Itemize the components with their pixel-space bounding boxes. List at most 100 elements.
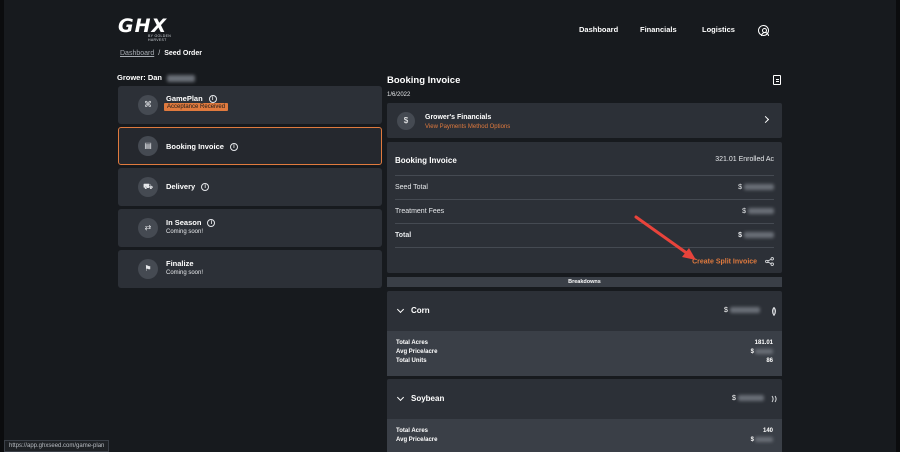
crop-name: Soybean <box>411 394 445 403</box>
info-icon[interactable]: i <box>201 183 210 192</box>
document-download-icon[interactable] <box>773 75 781 85</box>
logo-subtext: BY GOLDEN HARVEST <box>148 34 172 42</box>
seed-total-value: $ <box>738 184 774 191</box>
avg-price-currency: $ <box>750 437 754 444</box>
financials-title: Grower's Financials <box>425 114 492 121</box>
total-acres-label: Total Acres <box>396 340 429 346</box>
divider <box>395 199 774 200</box>
step-in-season-title: In Season i <box>166 218 216 228</box>
breadcrumb-current: Seed Order <box>164 50 202 57</box>
info-icon[interactable]: i <box>207 219 216 228</box>
info-icon[interactable]: i <box>208 95 217 104</box>
gameplan-icon: ⌘ <box>138 95 158 115</box>
invoice-date: 1/6/2022 <box>387 92 411 98</box>
user-account-icon[interactable] <box>758 25 769 36</box>
avg-price-currency: $ <box>750 349 754 356</box>
step-gameplan-label: GamePlan <box>166 94 203 103</box>
soybean-amount: $ <box>732 395 764 402</box>
redacted-amount <box>729 307 760 314</box>
avg-price-value: $ <box>751 349 773 355</box>
treatment-fees-value: $ <box>742 208 774 215</box>
step-in-season[interactable]: ⇄ In Season i Coming soon! <box>118 209 382 247</box>
soybean-details: Total Acres 140 Avg Price/acre $ <box>387 419 782 452</box>
info-icon[interactable]: i <box>229 143 238 152</box>
avg-price-value: $ <box>751 437 773 443</box>
redacted-amount <box>755 437 773 442</box>
corn-currency: $ <box>724 307 728 314</box>
total-units-value: 86 <box>766 358 773 364</box>
step-delivery[interactable]: ⛟ Delivery i <box>118 168 382 206</box>
logo-wordmark: GHX <box>118 15 168 37</box>
share-icon <box>765 257 774 266</box>
total-units-label: Total Units <box>396 358 427 364</box>
seed-total-currency: $ <box>738 184 742 191</box>
browser-status-url: https://app.ghxseed.com/game-plan <box>4 440 110 452</box>
corn-header[interactable]: Corn $ <box>387 291 782 331</box>
redacted-surname <box>167 74 196 82</box>
acceptance-badge: Acceptance Received <box>164 103 229 111</box>
breadcrumb-separator: / <box>158 50 161 57</box>
divider <box>395 223 774 224</box>
total-acres-label: Total Acres <box>396 428 429 434</box>
soybean-header[interactable]: Soybean $ <box>387 379 782 419</box>
step-delivery-title: Delivery i <box>166 182 210 192</box>
total-label: Total <box>395 232 412 239</box>
enrolled-acres: 321.01 Enrolled Ac <box>715 156 774 163</box>
crop-name: Corn <box>411 306 430 315</box>
step-gameplan-title: GamePlan i <box>166 94 217 104</box>
step-booking-title: Booking Invoice i <box>166 142 238 152</box>
coming-soon-text: Coming soon! <box>166 270 204 276</box>
divider <box>395 175 774 176</box>
avg-price-label: Avg Price/acre <box>396 437 438 443</box>
redacted-amount <box>744 184 774 191</box>
app-window: GHX BY GOLDEN HARVEST Dashboard Financia… <box>4 0 896 452</box>
divider <box>395 247 774 248</box>
chevron-right-icon <box>761 115 770 124</box>
chevron-down-icon <box>396 393 405 402</box>
payment-options-link[interactable]: View Payments Method Options <box>425 124 510 130</box>
breadcrumb-dashboard-link[interactable]: Dashboard <box>120 50 154 57</box>
dollar-icon: $ <box>397 112 415 130</box>
coming-soon-text: Coming soon! <box>166 229 204 235</box>
total-value: $ <box>738 232 774 239</box>
booking-invoice-summary: Booking Invoice 321.01 Enrolled Ac Seed … <box>387 142 782 273</box>
grower-name: Grower: Dan <box>117 73 196 82</box>
redacted-amount <box>748 208 774 215</box>
step-in-season-label: In Season <box>166 218 202 227</box>
redacted-amount <box>744 232 774 239</box>
nav-financials[interactable]: Financials <box>640 25 677 34</box>
step-delivery-label: Delivery <box>166 182 196 191</box>
annotation-arrow-icon <box>634 215 696 260</box>
total-acres-value: 181.01 <box>754 340 773 346</box>
growers-financials-card[interactable]: $ Grower's Financials View Payments Meth… <box>387 103 782 138</box>
chevron-down-icon <box>396 305 405 314</box>
flag-icon: ⚑ <box>138 259 158 279</box>
redacted-amount <box>737 395 764 402</box>
truck-icon: ⛟ <box>138 177 158 197</box>
treatment-fees-currency: $ <box>742 208 746 215</box>
avg-price-label: Avg Price/acre <box>396 349 438 355</box>
soybean-breakdown-card: Soybean $ Total Acres 140 Avg Price/acre… <box>387 379 782 452</box>
summary-title: Booking Invoice <box>395 156 457 165</box>
ghx-logo[interactable]: GHX BY GOLDEN HARVEST <box>118 15 182 43</box>
grower-label: Grower: Dan <box>117 73 163 82</box>
create-split-invoice-button[interactable]: Create Split Invoice <box>692 257 774 266</box>
corn-amount: $ <box>724 307 760 314</box>
redacted-amount <box>755 349 773 354</box>
step-gameplan[interactable]: ⌘ GamePlan i Acceptance Received <box>118 86 382 124</box>
corn-details: Total Acres 181.01 Avg Price/acre $ Tota… <box>387 331 782 376</box>
total-acres-value: 140 <box>762 428 773 434</box>
invoice-icon: ▤ <box>138 136 158 156</box>
seed-icon <box>772 307 776 316</box>
step-booking-invoice[interactable]: ▤ Booking Invoice i <box>118 127 382 165</box>
nav-logistics[interactable]: Logistics <box>702 25 735 34</box>
page-title: Booking Invoice <box>387 75 461 86</box>
breakdowns-header: Breakdowns <box>387 277 782 287</box>
treatment-fees-label: Treatment Fees <box>395 208 445 215</box>
cycle-icon: ⇄ <box>138 218 158 238</box>
total-currency: $ <box>738 232 742 239</box>
soybean-currency: $ <box>732 395 736 402</box>
step-finalize[interactable]: ⚑ Finalize Coming soon! <box>118 250 382 288</box>
corn-breakdown-card: Corn $ Total Acres 181.01 Avg Price/acre… <box>387 291 782 376</box>
nav-dashboard[interactable]: Dashboard <box>579 25 618 34</box>
